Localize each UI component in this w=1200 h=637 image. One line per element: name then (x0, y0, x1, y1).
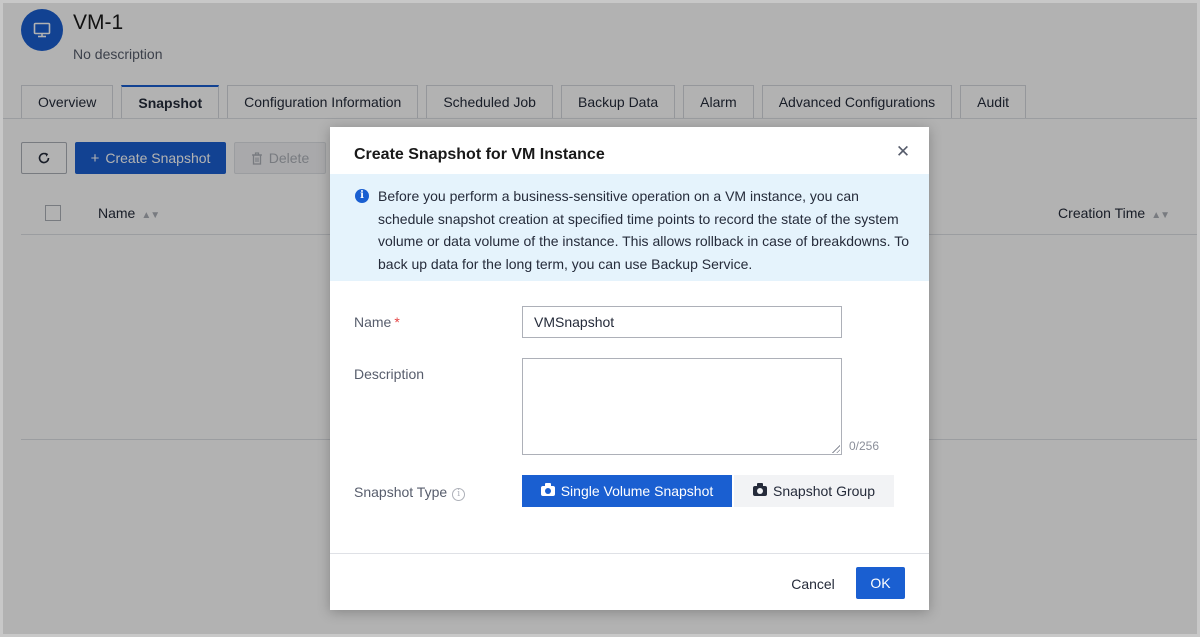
description-label: Description (354, 366, 425, 382)
required-mark: * (394, 314, 400, 330)
snapshot-group-option[interactable]: Snapshot Group (734, 475, 894, 507)
close-icon[interactable]: ✕ (894, 143, 912, 161)
snapshot-group-label: Snapshot Group (773, 483, 875, 499)
resize-handle[interactable] (831, 444, 840, 453)
snapshot-type-label: Snapshot Type i (354, 484, 466, 501)
camera-icon (753, 483, 768, 496)
snapshot-type-label-text: Snapshot Type (354, 484, 448, 500)
ok-button[interactable]: OK (856, 567, 905, 599)
app-frame: VM-1 No description Overview Snapshot Co… (0, 0, 1200, 637)
single-volume-snapshot-label: Single Volume Snapshot (560, 483, 714, 499)
description-counter: 0/256 (849, 439, 880, 453)
dialog-footer-divider (330, 553, 929, 554)
description-textarea[interactable] (522, 358, 842, 455)
name-label-text: Name (354, 314, 392, 330)
create-snapshot-dialog: Create Snapshot for VM Instance ✕ i Befo… (330, 127, 929, 610)
dialog-title: Create Snapshot for VM Instance (354, 146, 605, 163)
info-text: Before you perform a business-sensitive … (378, 188, 909, 272)
cancel-button[interactable]: Cancel (780, 568, 846, 600)
name-input[interactable] (522, 306, 842, 338)
name-label: Name * (354, 314, 400, 330)
camera-icon (540, 483, 555, 496)
help-icon[interactable]: i (452, 488, 466, 501)
info-banner: i Before you perform a business-sensitiv… (330, 174, 929, 281)
single-volume-snapshot-option[interactable]: Single Volume Snapshot (522, 475, 732, 507)
info-icon: i (355, 189, 369, 203)
